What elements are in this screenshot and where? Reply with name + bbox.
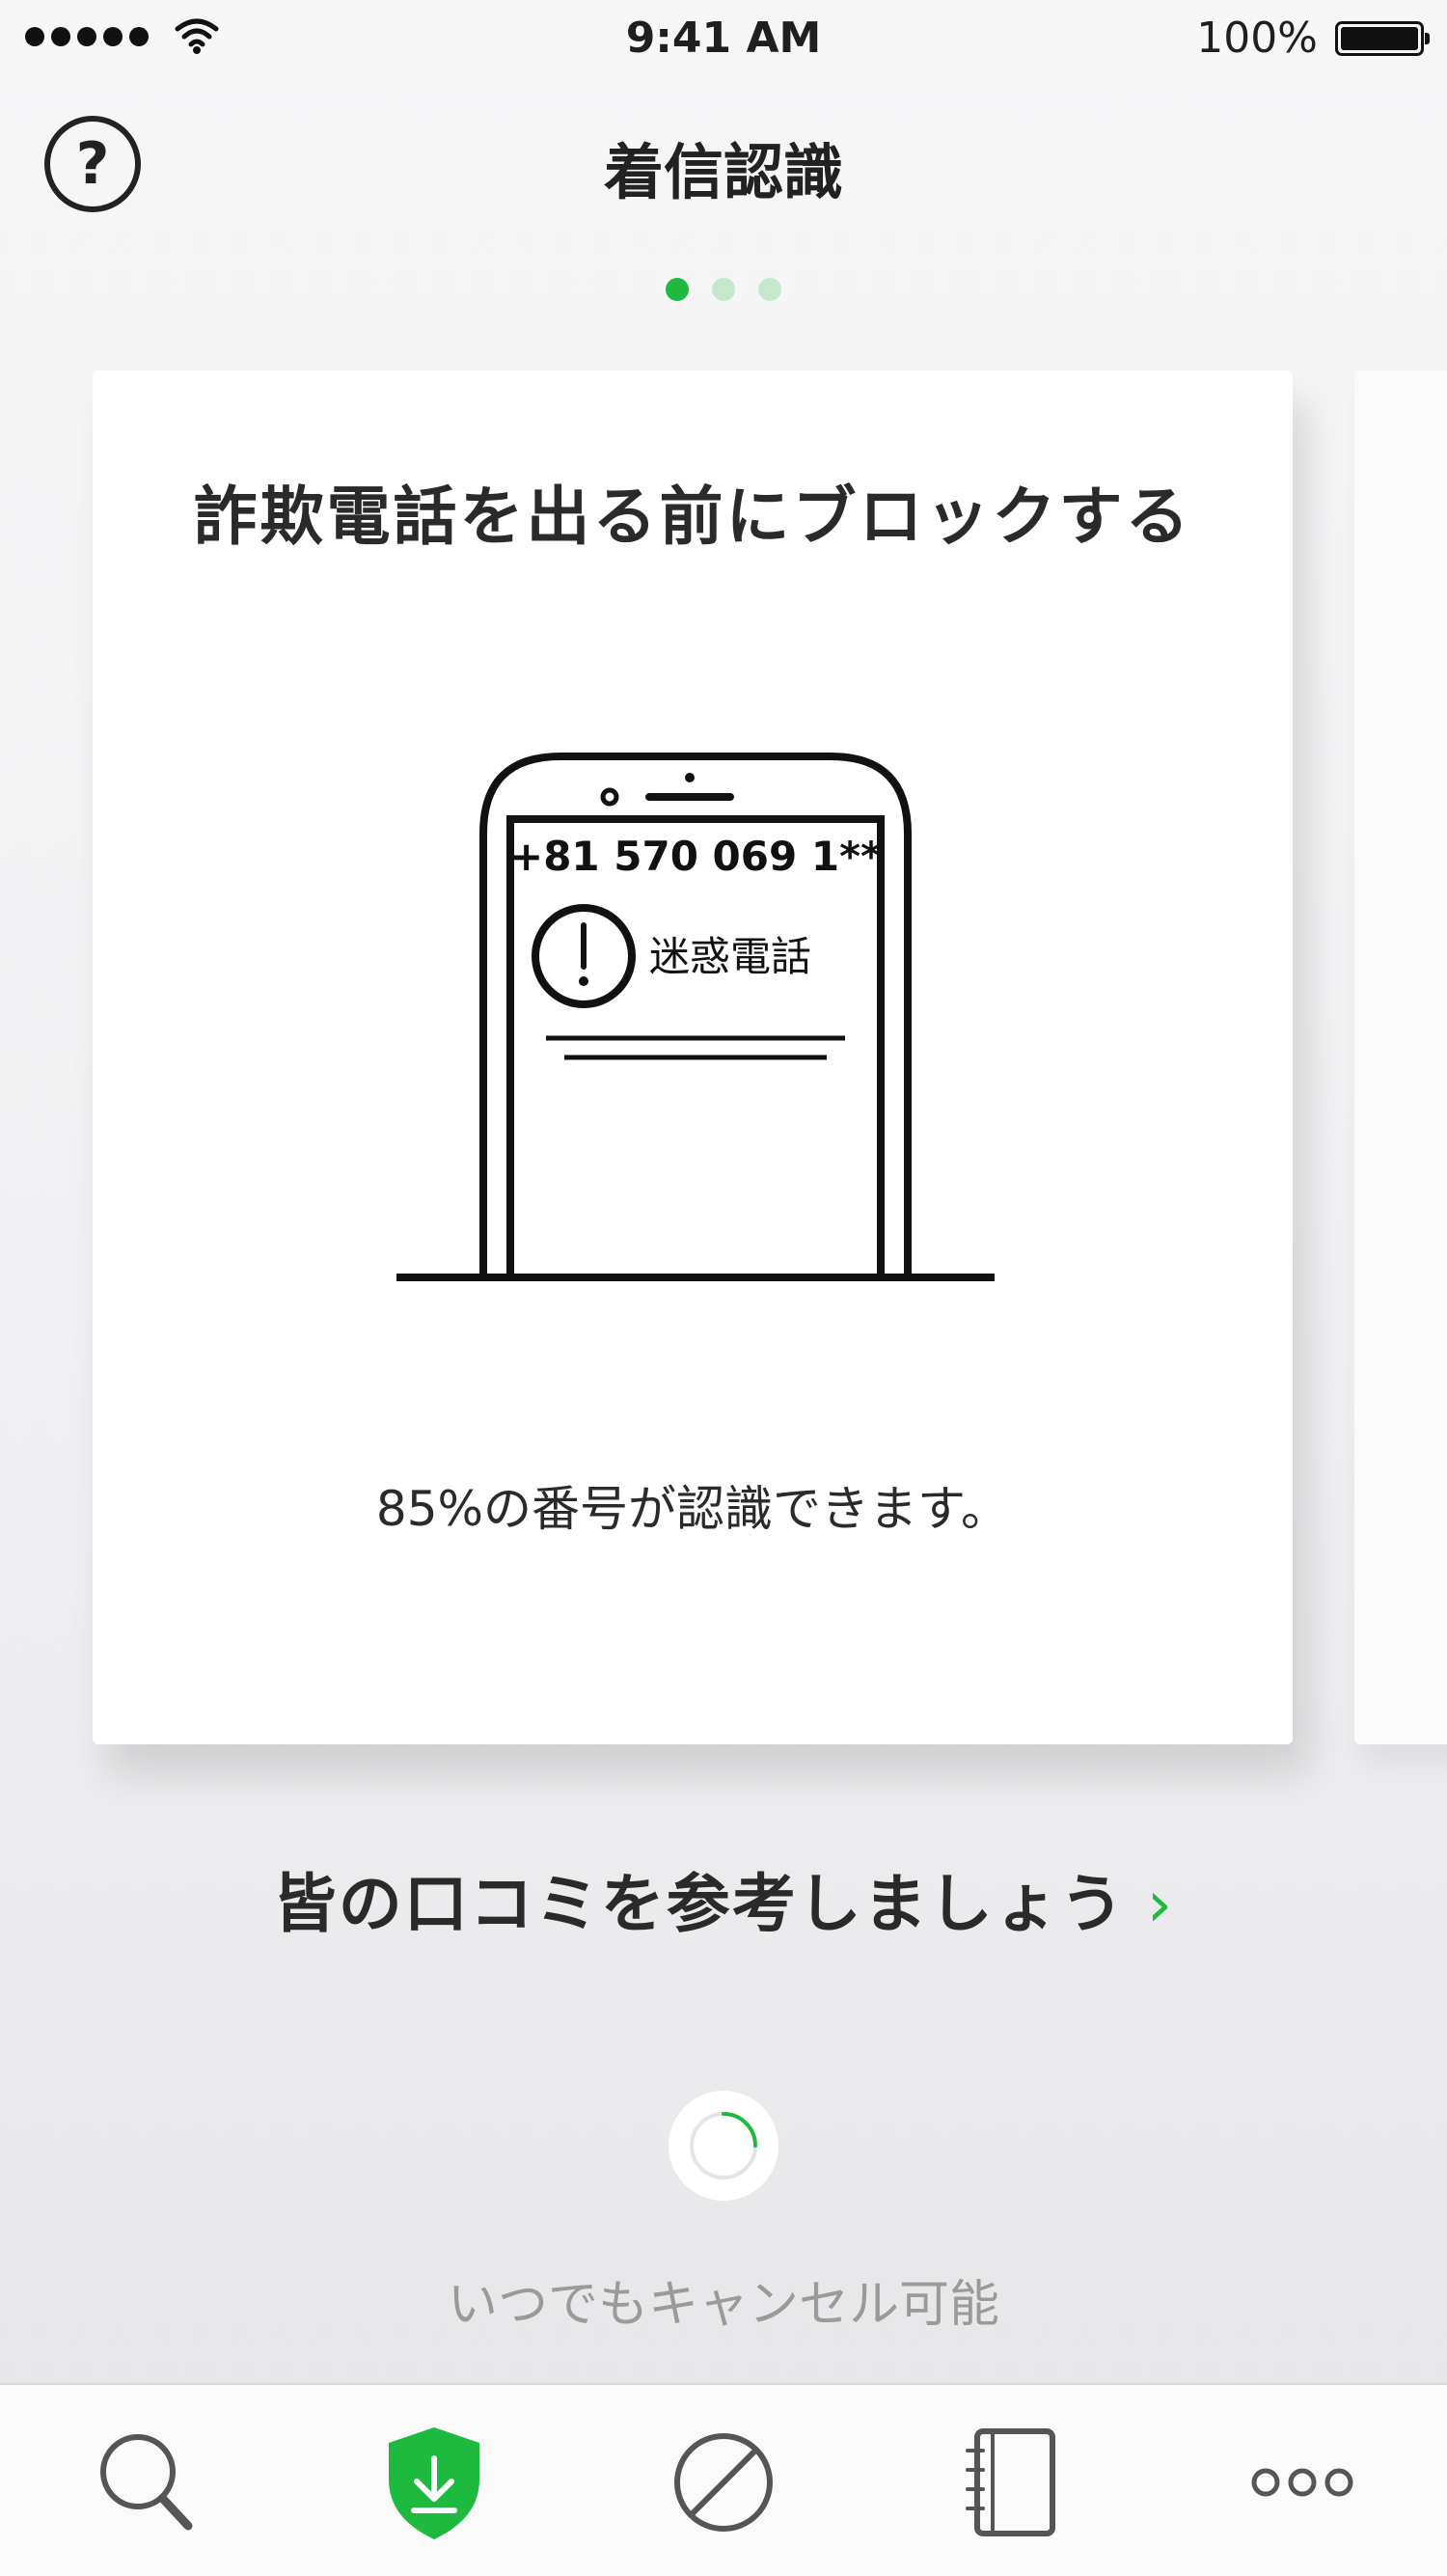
search-icon: [100, 2434, 193, 2531]
loading-spinner: [669, 2091, 778, 2201]
shield-download-icon: [389, 2427, 479, 2539]
page-dot-3[interactable]: [758, 278, 781, 301]
battery-percentage: 100%: [1196, 14, 1318, 63]
block-icon: [674, 2433, 773, 2532]
page-dot-2[interactable]: [712, 278, 735, 301]
tab-search[interactable]: [82, 2420, 207, 2545]
tab-bar: [0, 2383, 1447, 2576]
cancel-anytime-note: いつでもキャンセル可能: [447, 2276, 999, 2334]
card-title: 詐欺電話を出る前にブロックする: [193, 480, 1192, 554]
reviews-link-label: 皆の口コミを参考しましょう: [272, 1867, 1126, 1941]
page-title: 着信認識: [603, 137, 843, 207]
tab-block[interactable]: [661, 2420, 786, 2545]
page-indicator[interactable]: [0, 278, 1447, 301]
spam-call-label: 迷惑電話: [649, 933, 811, 980]
card-caption: 85%の番号が認識できます。: [375, 1481, 1010, 1537]
page-dot-1[interactable]: [666, 278, 689, 301]
feature-card[interactable]: 詐欺電話を出る前にブロックする +81 570 069 1** 迷惑電話 85%…: [93, 370, 1293, 1744]
tab-protection[interactable]: [371, 2420, 497, 2545]
tab-more[interactable]: [1240, 2420, 1365, 2545]
navigation-bar: ? 着信認識: [0, 96, 1447, 222]
incoming-number: +81 570 069 1**: [509, 833, 882, 880]
next-card-peek[interactable]: [1354, 370, 1447, 1744]
more-icon: [1251, 2468, 1353, 2497]
tab-contacts[interactable]: [950, 2420, 1076, 2545]
battery-icon: [1335, 21, 1430, 56]
notebook-icon: [966, 2428, 1055, 2536]
phone-illustration: +81 570 069 1** 迷惑電話: [396, 753, 995, 1281]
chevron-right-icon: ›: [1146, 1867, 1175, 1941]
reviews-link[interactable]: 皆の口コミを参考しましょう ›: [0, 1852, 1447, 1945]
status-bar: 9:41 AM 100%: [0, 0, 1447, 77]
